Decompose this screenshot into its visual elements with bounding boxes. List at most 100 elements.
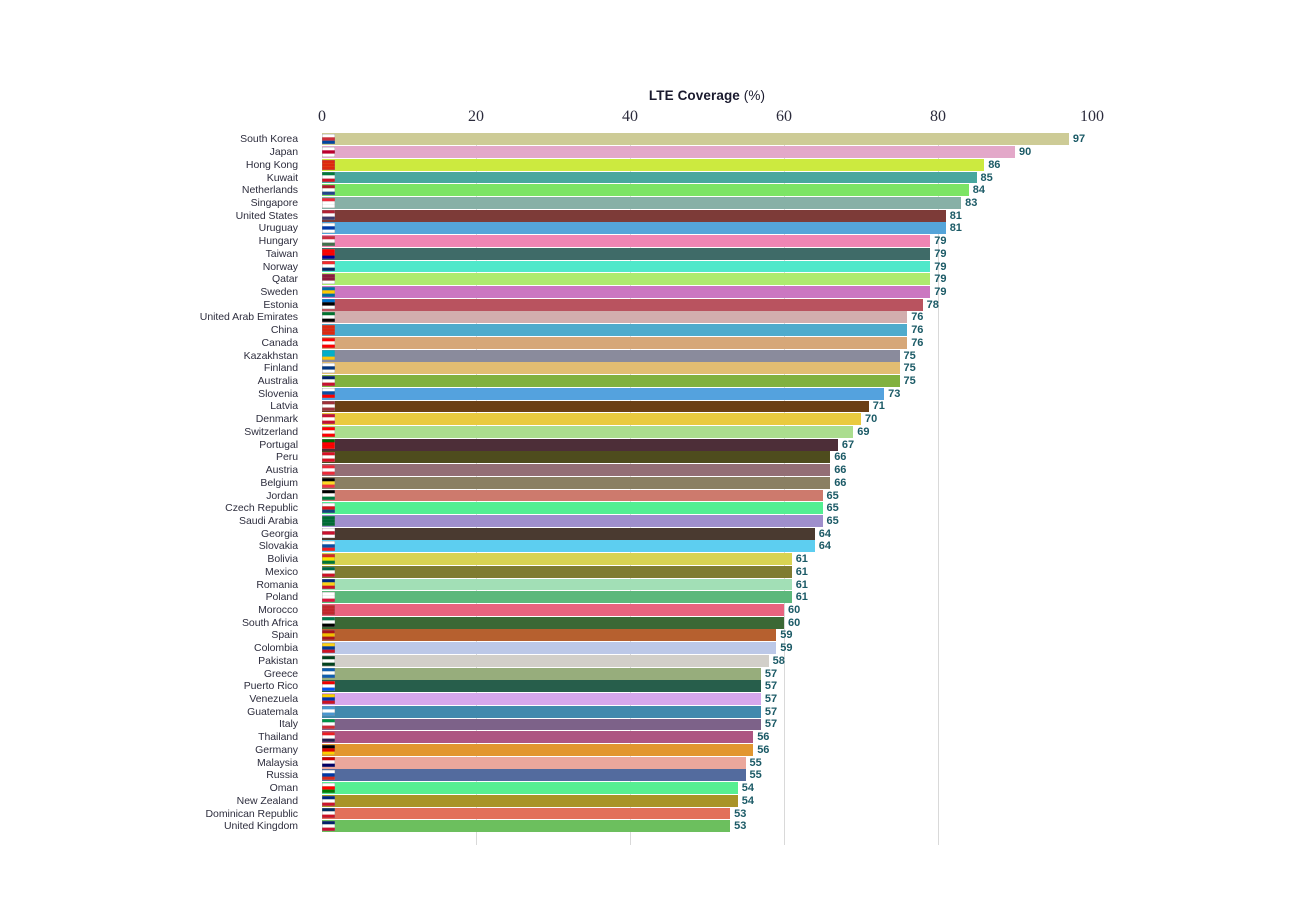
bar[interactable] <box>322 705 761 718</box>
bar[interactable] <box>322 794 738 807</box>
bar-row[interactable]: Romania 61 <box>0 578 1301 591</box>
bar-row[interactable]: Japan 90 <box>0 146 1301 159</box>
bar-row[interactable]: Netherlands 84 <box>0 184 1301 197</box>
bar-row[interactable]: Mexico 61 <box>0 565 1301 578</box>
bar[interactable] <box>322 642 777 655</box>
bar[interactable] <box>322 184 969 197</box>
bar[interactable] <box>322 489 823 502</box>
bar[interactable] <box>322 375 900 387</box>
bar[interactable] <box>322 362 900 375</box>
bar-row[interactable]: China 76 <box>0 324 1301 337</box>
bar[interactable] <box>322 731 754 744</box>
bar[interactable] <box>322 222 946 235</box>
bar[interactable] <box>322 769 746 782</box>
bar-row[interactable]: United Kingdom 53 <box>0 820 1301 833</box>
bar[interactable] <box>322 743 754 756</box>
bar-row[interactable]: Kuwait 85 <box>0 171 1301 184</box>
bar[interactable] <box>322 247 931 260</box>
bar-row[interactable]: New Zealand 54 <box>0 794 1301 807</box>
bar-row[interactable]: South Africa 60 <box>0 616 1301 629</box>
bar-row[interactable]: Portugal 67 <box>0 438 1301 451</box>
bar-row[interactable]: Dominican Republic 53 <box>0 807 1301 820</box>
bar[interactable] <box>322 286 931 298</box>
bar[interactable] <box>322 807 731 820</box>
bar-row[interactable]: Austria 66 <box>0 464 1301 477</box>
bar[interactable] <box>322 273 931 286</box>
bar[interactable] <box>322 693 761 705</box>
bar-row[interactable]: Belgium 66 <box>0 476 1301 489</box>
bar-row[interactable]: Puerto Rico 57 <box>0 680 1301 693</box>
bar-row[interactable]: Spain 59 <box>0 629 1301 642</box>
bar[interactable] <box>322 502 823 515</box>
bar-row[interactable]: Kazakhstan 75 <box>0 349 1301 362</box>
bar-row[interactable]: Russia 55 <box>0 769 1301 782</box>
bar[interactable] <box>322 756 746 769</box>
bar[interactable] <box>322 209 946 222</box>
bar[interactable] <box>322 565 792 578</box>
bar[interactable] <box>322 654 769 667</box>
bar-row[interactable]: Venezuela 57 <box>0 693 1301 706</box>
bar[interactable] <box>322 311 908 324</box>
bar[interactable] <box>322 260 931 273</box>
bar[interactable] <box>322 196 962 209</box>
bar-row[interactable]: Estonia 78 <box>0 298 1301 311</box>
bar[interactable] <box>322 527 815 540</box>
bar[interactable] <box>322 133 1069 146</box>
bar[interactable] <box>322 578 792 591</box>
bar-row[interactable]: Canada 76 <box>0 337 1301 350</box>
bar-row[interactable]: Guatemala 57 <box>0 705 1301 718</box>
bar-row[interactable]: Thailand 56 <box>0 731 1301 744</box>
bar[interactable] <box>322 782 738 794</box>
bar-row[interactable]: Taiwan 79 <box>0 247 1301 260</box>
bar-row[interactable]: Saudi Arabia 65 <box>0 515 1301 528</box>
bar-row[interactable]: Norway 79 <box>0 260 1301 273</box>
bar-row[interactable]: Malaysia 55 <box>0 756 1301 769</box>
bar-row[interactable]: Germany 56 <box>0 744 1301 757</box>
bar-row[interactable]: Peru 66 <box>0 451 1301 464</box>
bar-row[interactable]: Greece 57 <box>0 667 1301 680</box>
bar-row[interactable]: Sweden 79 <box>0 286 1301 299</box>
bar-row[interactable]: Bolivia 61 <box>0 553 1301 566</box>
bar[interactable] <box>322 438 838 451</box>
bar[interactable] <box>322 514 823 527</box>
bar-row[interactable]: Switzerland 69 <box>0 426 1301 439</box>
bar-row[interactable]: Slovakia 64 <box>0 540 1301 553</box>
bar-row[interactable]: Slovenia 73 <box>0 387 1301 400</box>
bar-row[interactable]: Italy 57 <box>0 718 1301 731</box>
bar[interactable] <box>322 425 854 438</box>
bar[interactable] <box>322 629 777 642</box>
bar-row[interactable]: South Korea 97 <box>0 133 1301 146</box>
bar[interactable] <box>322 324 908 337</box>
bar[interactable] <box>322 476 831 489</box>
bar-row[interactable]: Czech Republic 65 <box>0 502 1301 515</box>
bar[interactable] <box>322 336 908 349</box>
bar-row[interactable]: Georgia 64 <box>0 527 1301 540</box>
bar-row[interactable]: Hungary 79 <box>0 235 1301 248</box>
bar[interactable] <box>322 171 977 184</box>
bar-row[interactable]: Australia 75 <box>0 375 1301 388</box>
bar[interactable] <box>322 387 885 400</box>
bar[interactable] <box>322 235 931 248</box>
bar-row[interactable]: Latvia 71 <box>0 400 1301 413</box>
bar[interactable] <box>322 680 761 693</box>
bar-row[interactable]: Singapore 83 <box>0 197 1301 210</box>
bar[interactable] <box>322 718 761 731</box>
bar[interactable] <box>322 540 815 553</box>
bar-row[interactable]: Hong Kong 86 <box>0 158 1301 171</box>
bar-row[interactable]: Poland 61 <box>0 591 1301 604</box>
bar-row[interactable]: Colombia 59 <box>0 642 1301 655</box>
bar-row[interactable]: United Arab Emirates 76 <box>0 311 1301 324</box>
bar[interactable] <box>322 553 792 566</box>
bar[interactable] <box>322 158 985 171</box>
bar[interactable] <box>322 298 923 311</box>
bar[interactable] <box>322 820 731 833</box>
bar[interactable] <box>322 349 900 362</box>
bar-row[interactable]: Oman 54 <box>0 782 1301 795</box>
bar[interactable] <box>322 667 761 680</box>
bar[interactable] <box>322 451 831 464</box>
bar[interactable] <box>322 146 1015 158</box>
bar[interactable] <box>322 464 831 476</box>
bar[interactable] <box>322 591 792 604</box>
bar-row[interactable]: Uruguay 81 <box>0 222 1301 235</box>
bar-row[interactable]: Qatar 79 <box>0 273 1301 286</box>
